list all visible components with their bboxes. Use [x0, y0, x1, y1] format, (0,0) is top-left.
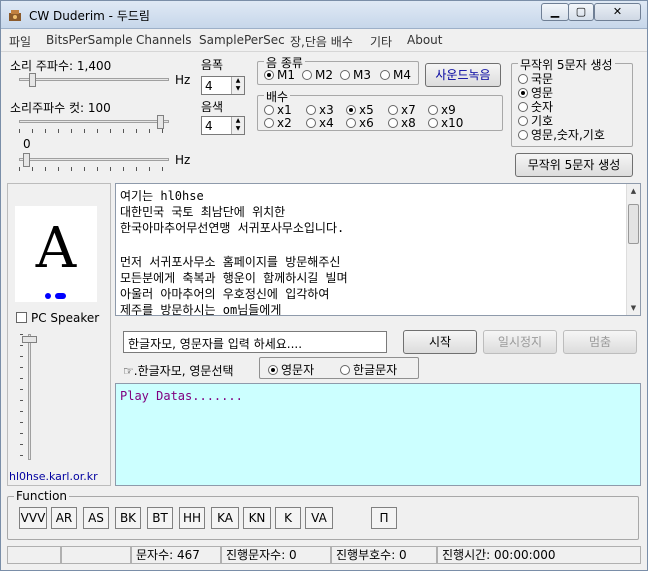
- scroll-down-icon[interactable]: ▼: [627, 301, 640, 315]
- radio-x1[interactable]: x1: [264, 103, 292, 117]
- multiplier-group: 배수 x1 x3 x5 x7 x9 x2 x4 x6 x8 x10: [257, 88, 503, 131]
- cutoff-value: 0: [23, 137, 31, 151]
- menu-item-multiplier[interactable]: 장,단음 배수: [290, 33, 353, 50]
- status-progress-signs: 진행부호수: 0: [331, 546, 437, 564]
- current-letter: A: [15, 206, 97, 290]
- display-pane: A PC Speaker hl0hse.karl.or.kr: [7, 183, 111, 486]
- pause-button[interactable]: 일시정지: [483, 330, 557, 354]
- title-bar: CW Duderim - 두드림 ▁ ▢ ✕: [1, 1, 647, 29]
- tone-label: 음색: [201, 100, 224, 114]
- radio-x8[interactable]: x8: [388, 116, 416, 130]
- cutoff-label: 소리주파수 컷: 100: [10, 101, 111, 115]
- tone-spinner[interactable]: 4 ▲ ▼: [201, 116, 245, 135]
- radio-m2[interactable]: M2: [302, 68, 333, 82]
- func-button-ar[interactable]: AR: [51, 507, 77, 529]
- pc-speaker-checkbox[interactable]: PC Speaker: [16, 311, 99, 325]
- status-char-count: 문자수: 467: [131, 546, 221, 564]
- radio-x10[interactable]: x10: [428, 116, 463, 130]
- app-window: CW Duderim - 두드림 ▁ ▢ ✕ 파일 BitsPerSample …: [0, 0, 648, 571]
- volume-slider[interactable]: [20, 334, 40, 464]
- menu-item-file[interactable]: 파일: [9, 33, 31, 50]
- func-button-bk[interactable]: BK: [115, 507, 141, 529]
- memo-scrollbar[interactable]: ▲ ▼: [626, 184, 640, 315]
- app-icon: [9, 10, 21, 21]
- start-button[interactable]: 시작: [403, 330, 477, 354]
- frequency-slider[interactable]: [19, 73, 169, 89]
- radio-m1[interactable]: M1: [264, 68, 295, 82]
- site-link[interactable]: hl0hse.karl.or.kr: [9, 470, 98, 483]
- menu-item-samplepersec[interactable]: SamplePerSec: [199, 33, 285, 47]
- spinner-arrows-icon[interactable]: ▲ ▼: [231, 77, 244, 94]
- cutoff-range-slider[interactable]: [19, 153, 169, 171]
- function-panel: Function VVV AR AS BK BT HH KA KN K VA Π: [7, 488, 641, 544]
- status-progress-chars: 진행문자수: 0: [221, 546, 331, 564]
- stop-button[interactable]: 멈춤: [563, 330, 637, 354]
- menu-item-etc[interactable]: 기타: [370, 33, 392, 50]
- width-label: 음폭: [201, 58, 224, 72]
- func-button-bt[interactable]: BT: [147, 507, 173, 529]
- scroll-up-icon[interactable]: ▲: [627, 184, 640, 198]
- sound-type-group: 음 종류 M1 M2 M3 M4: [257, 54, 419, 85]
- message-memo[interactable]: 여기는 hl0hse 대한민국 국토 최남단에 위치한 한국아마추어무선연맹 서…: [115, 183, 641, 316]
- main-area: A PC Speaker hl0hse.karl.or.kr 여기는 hl0hs…: [7, 183, 641, 486]
- func-button-vvv[interactable]: VVV: [19, 507, 47, 529]
- radio-x4[interactable]: x4: [306, 116, 334, 130]
- close-button[interactable]: ✕: [594, 3, 641, 21]
- func-button-pi[interactable]: Π: [371, 507, 397, 529]
- play-data-text: Play Datas.......: [120, 389, 243, 403]
- status-progress-time: 진행시간: 00:00:000: [437, 546, 641, 564]
- func-button-as[interactable]: AS: [83, 507, 109, 529]
- sound-record-button[interactable]: 사운드녹음: [425, 63, 501, 87]
- frequency-label: 소리 주파수: 1,400: [10, 59, 112, 73]
- menu-bar: 파일 BitsPerSample Channels SamplePerSec 장…: [1, 30, 647, 52]
- maximize-button[interactable]: ▢: [568, 3, 594, 21]
- status-bar: 문자수: 467 진행문자수: 0 진행부호수: 0 진행시간: 00:00:0…: [7, 546, 641, 566]
- radio-m4[interactable]: M4: [380, 68, 411, 82]
- func-button-k[interactable]: K: [275, 507, 301, 529]
- radio-x3[interactable]: x3: [306, 103, 334, 117]
- menu-item-bitspersample[interactable]: BitsPerSample: [46, 33, 133, 47]
- minimize-button[interactable]: ▁: [541, 3, 569, 21]
- menu-item-about[interactable]: About: [407, 33, 442, 47]
- radio-x7[interactable]: x7: [388, 103, 416, 117]
- func-button-ka[interactable]: KA: [211, 507, 239, 529]
- cutoff-unit: Hz: [175, 153, 191, 167]
- language-select-label: ☞.한글자모, 영문선택: [123, 364, 234, 378]
- frequency-unit: Hz: [175, 73, 191, 87]
- random-generate-button[interactable]: 무작위 5문자 생성: [515, 153, 633, 177]
- morse-pattern-icon: [15, 290, 97, 302]
- radio-korean-chars[interactable]: 한글문자: [340, 361, 397, 378]
- func-button-kn[interactable]: KN: [243, 507, 271, 529]
- radio-x9[interactable]: x9: [428, 103, 456, 117]
- radio-x6[interactable]: x6: [346, 116, 374, 130]
- radio-mixed[interactable]: 영문,숫자,기호: [518, 126, 605, 143]
- text-input[interactable]: 한글자모, 영문자를 입력 하세요....: [123, 331, 387, 353]
- radio-english-chars[interactable]: 영문자: [268, 361, 314, 378]
- spinner-arrows-icon[interactable]: ▲ ▼: [231, 117, 244, 134]
- radio-m3[interactable]: M3: [340, 68, 371, 82]
- random-group: 무작위 5문자 생성 국문 영문 숫자 기호 영문,숫자,기호: [511, 56, 633, 147]
- language-select-group: 영문자 한글문자: [259, 357, 419, 379]
- width-spinner[interactable]: 4 ▲ ▼: [201, 76, 245, 95]
- play-data-area[interactable]: Play Datas.......: [115, 383, 641, 486]
- radio-x5[interactable]: x5: [346, 103, 374, 117]
- radio-x2[interactable]: x2: [264, 116, 292, 130]
- func-button-va[interactable]: VA: [305, 507, 333, 529]
- window-title: CW Duderim - 두드림: [29, 9, 150, 23]
- cutoff-slider[interactable]: [19, 115, 169, 133]
- settings-panel: 소리 주파수: 1,400 Hz 소리주파수 컷: 100 0 Hz 음폭 4 …: [7, 53, 641, 179]
- func-button-hh[interactable]: HH: [179, 507, 205, 529]
- menu-item-channels[interactable]: Channels: [136, 33, 192, 47]
